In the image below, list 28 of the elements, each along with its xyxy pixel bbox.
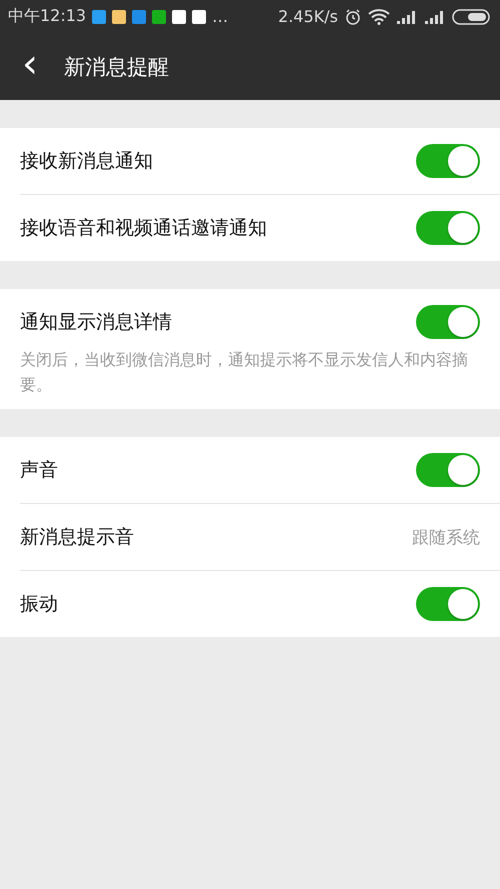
notification-icon bbox=[92, 10, 106, 24]
setting-label: 接收新消息通知 bbox=[20, 149, 153, 174]
setting-label: 声音 bbox=[20, 458, 58, 483]
toggle-switch[interactable] bbox=[416, 144, 480, 178]
battery-icon bbox=[452, 8, 492, 24]
setting-label: 振动 bbox=[20, 592, 58, 617]
signal-icon bbox=[396, 10, 418, 24]
setting-label: 通知显示消息详情 bbox=[20, 310, 172, 335]
toggle-switch[interactable] bbox=[416, 453, 480, 487]
notification-icon bbox=[192, 10, 206, 24]
wifi-icon bbox=[368, 8, 390, 24]
more-notifications: … bbox=[212, 7, 228, 26]
notification-icon bbox=[132, 10, 146, 24]
setting-label: 新消息提示音 bbox=[20, 525, 134, 550]
status-time: 中午12:13 bbox=[8, 6, 86, 27]
setting-label: 接收语音和视频通话邀请通知 bbox=[20, 216, 267, 241]
back-button[interactable]: ‹ bbox=[18, 44, 42, 90]
signal-icon bbox=[424, 10, 446, 24]
notification-icon bbox=[172, 10, 186, 24]
toggle-switch[interactable] bbox=[416, 305, 480, 339]
network-speed: 2.45K/s bbox=[278, 7, 338, 26]
notification-icon bbox=[152, 10, 166, 24]
toggle-switch[interactable] bbox=[416, 211, 480, 245]
alarm-icon bbox=[344, 8, 362, 26]
toggle-switch[interactable] bbox=[416, 587, 480, 621]
setting-description: 关闭后，当收到微信消息时，通知提示将不显示发信人和内容摘要。 bbox=[19, 349, 469, 396]
page-title: 新消息提醒 bbox=[64, 54, 169, 80]
notification-icon bbox=[112, 10, 126, 24]
